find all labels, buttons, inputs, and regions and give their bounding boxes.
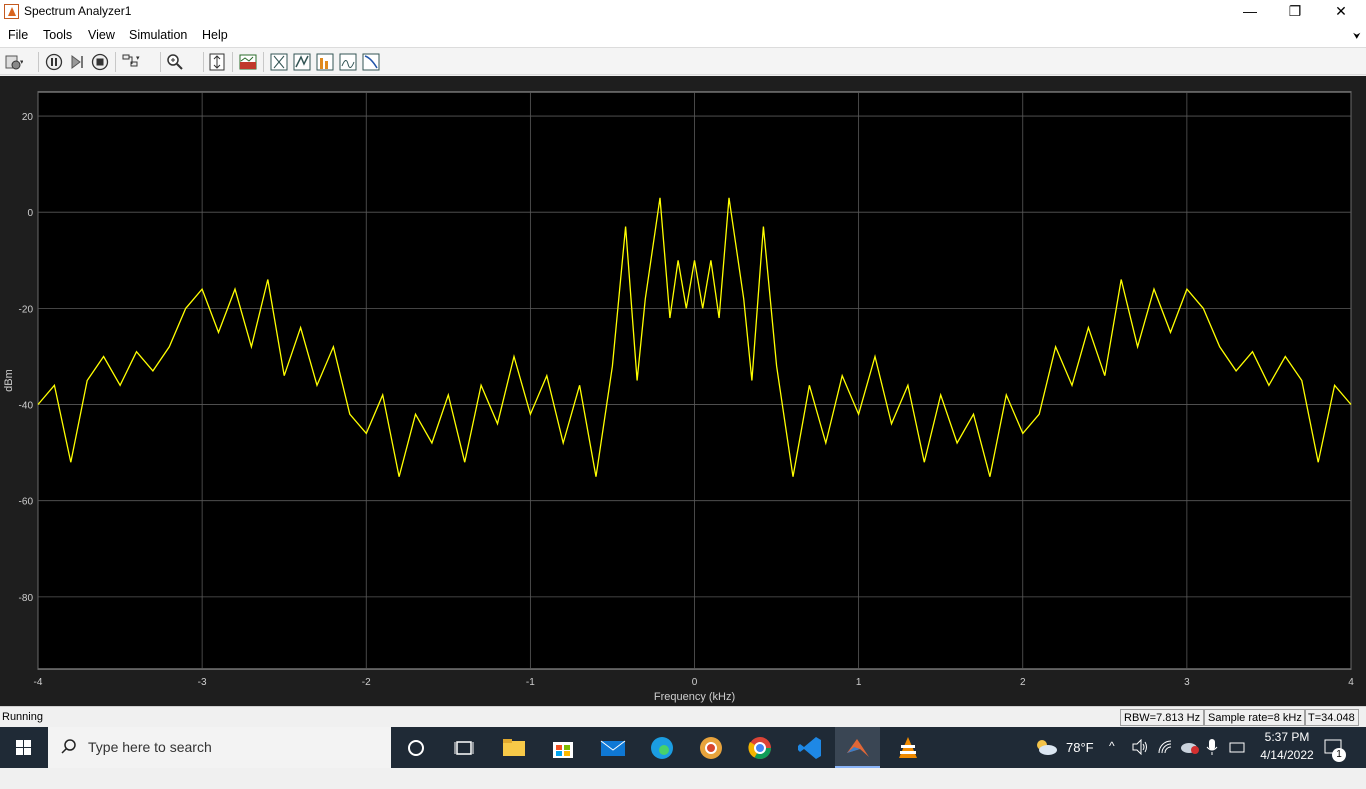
search-icon	[61, 739, 76, 754]
toolbar: ▾ ▾	[0, 47, 1366, 75]
x-tick-label: 1	[856, 677, 862, 688]
taskbar-clock-date[interactable]: 4/14/2022	[1254, 748, 1320, 789]
menu-tools[interactable]: Tools	[43, 28, 72, 42]
volume-icon[interactable]	[1131, 739, 1149, 755]
zoom-icon[interactable]	[165, 52, 185, 72]
x-tick-label: 4	[1348, 677, 1354, 688]
stop-icon[interactable]	[90, 52, 110, 72]
distortion-measurements-icon[interactable]	[315, 52, 335, 72]
input-language-icon[interactable]	[1228, 739, 1246, 755]
status-bar: Running RBW=7.813 Hz Sample rate=8 kHz T…	[0, 706, 1366, 727]
x-tick-label: -2	[362, 677, 371, 688]
svg-text:▾: ▾	[20, 59, 23, 66]
x-axis-label: Frequency (kHz)	[654, 691, 735, 703]
menu-bar: File Tools View Simulation Help ⮟	[0, 23, 1366, 47]
y-tick-label: -80	[19, 593, 34, 604]
x-tick-label: -1	[526, 677, 535, 688]
spectrum-settings-icon[interactable]	[238, 52, 258, 72]
x-tick-label: -4	[34, 677, 43, 688]
matlab-app-icon	[4, 4, 19, 19]
window-title: Spectrum Analyzer1	[24, 4, 132, 18]
cursor-measurements-icon[interactable]	[269, 52, 289, 72]
menu-view[interactable]: View	[88, 28, 115, 42]
y-tick-label: 0	[27, 208, 33, 219]
step-forward-icon[interactable]	[67, 52, 87, 72]
x-tick-label: 0	[692, 677, 698, 688]
search-placeholder: Type here to search	[88, 739, 212, 755]
close-button[interactable]: ✕	[1318, 0, 1364, 23]
vscode-icon[interactable]	[795, 733, 825, 763]
chrome-canary-icon[interactable]	[696, 733, 726, 763]
spectrum-plot-panel: -4 -3 -2 -1 0 1 2 3 4 20 0 -20 -40 -60 -80 Frequency (k…	[0, 76, 1366, 706]
menu-file[interactable]: File	[8, 28, 28, 42]
title-bar: Spectrum Analyzer1 — ❐ ✕	[0, 0, 1366, 23]
svg-text:▾: ▾	[136, 55, 140, 62]
notification-count-badge: 1	[1332, 748, 1346, 762]
spectrum-chart[interactable]: -4 -3 -2 -1 0 1 2 3 4 20 0 -20 -40 -60 -80 Frequency (k…	[0, 76, 1366, 706]
matlab-icon	[847, 739, 869, 757]
x-tick-label: 3	[1184, 677, 1190, 688]
ccdf-measurements-icon[interactable]	[338, 52, 358, 72]
wifi-icon[interactable]	[1157, 739, 1175, 755]
menu-help[interactable]: Help	[202, 28, 228, 42]
onedrive-error-icon[interactable]	[1180, 739, 1200, 755]
y-tick-label: -60	[19, 497, 34, 508]
y-tick-label: -20	[19, 304, 34, 315]
collapse-toolstrip-icon[interactable]: ⮟	[1353, 31, 1361, 42]
store-icon[interactable]	[548, 733, 578, 763]
time-readout: T=34.048	[1304, 709, 1359, 726]
cortana-icon[interactable]	[401, 733, 431, 763]
pause-icon[interactable]	[44, 52, 64, 72]
y-axis-label: dBm	[3, 369, 15, 392]
edge-icon[interactable]	[647, 733, 677, 763]
show-hidden-icons-icon[interactable]: ^	[1109, 739, 1115, 780]
microphone-icon[interactable]	[1205, 738, 1219, 756]
channel-measurements-icon[interactable]	[361, 52, 381, 72]
signal-select-icon[interactable]: ▾	[121, 52, 141, 72]
y-tick-label: -40	[19, 401, 34, 412]
x-tick-label: 2	[1020, 677, 1026, 688]
x-tick-label: -3	[198, 677, 207, 688]
windows-start-icon[interactable]	[0, 727, 48, 768]
weather-temperature[interactable]: 78°F	[1066, 740, 1094, 781]
menu-simulation[interactable]: Simulation	[129, 28, 187, 42]
weather-icon[interactable]	[1033, 737, 1059, 757]
simulation-status: Running	[2, 711, 43, 723]
task-view-icon[interactable]	[449, 733, 479, 763]
mail-icon[interactable]	[598, 733, 628, 763]
windows-taskbar: Type here to search 78°F ^ 5:37 PM 4/14/…	[0, 727, 1366, 768]
vlc-icon[interactable]	[893, 733, 923, 763]
file-explorer-icon[interactable]	[499, 733, 529, 763]
minimize-button[interactable]: —	[1227, 0, 1273, 23]
taskbar-search-box[interactable]: Type here to search	[48, 727, 391, 768]
restore-button[interactable]: ❐	[1272, 0, 1318, 23]
rbw-readout: RBW=7.813 Hz	[1120, 709, 1205, 726]
scale-axes-icon[interactable]	[207, 52, 227, 72]
settings-icon[interactable]: ▾	[3, 52, 23, 72]
chrome-icon[interactable]	[745, 733, 775, 763]
sample-rate-readout: Sample rate=8 kHz	[1204, 709, 1306, 726]
peak-finder-icon[interactable]	[292, 52, 312, 72]
y-tick-label: 20	[22, 112, 34, 123]
matlab-taskbar-button[interactable]	[835, 727, 880, 768]
